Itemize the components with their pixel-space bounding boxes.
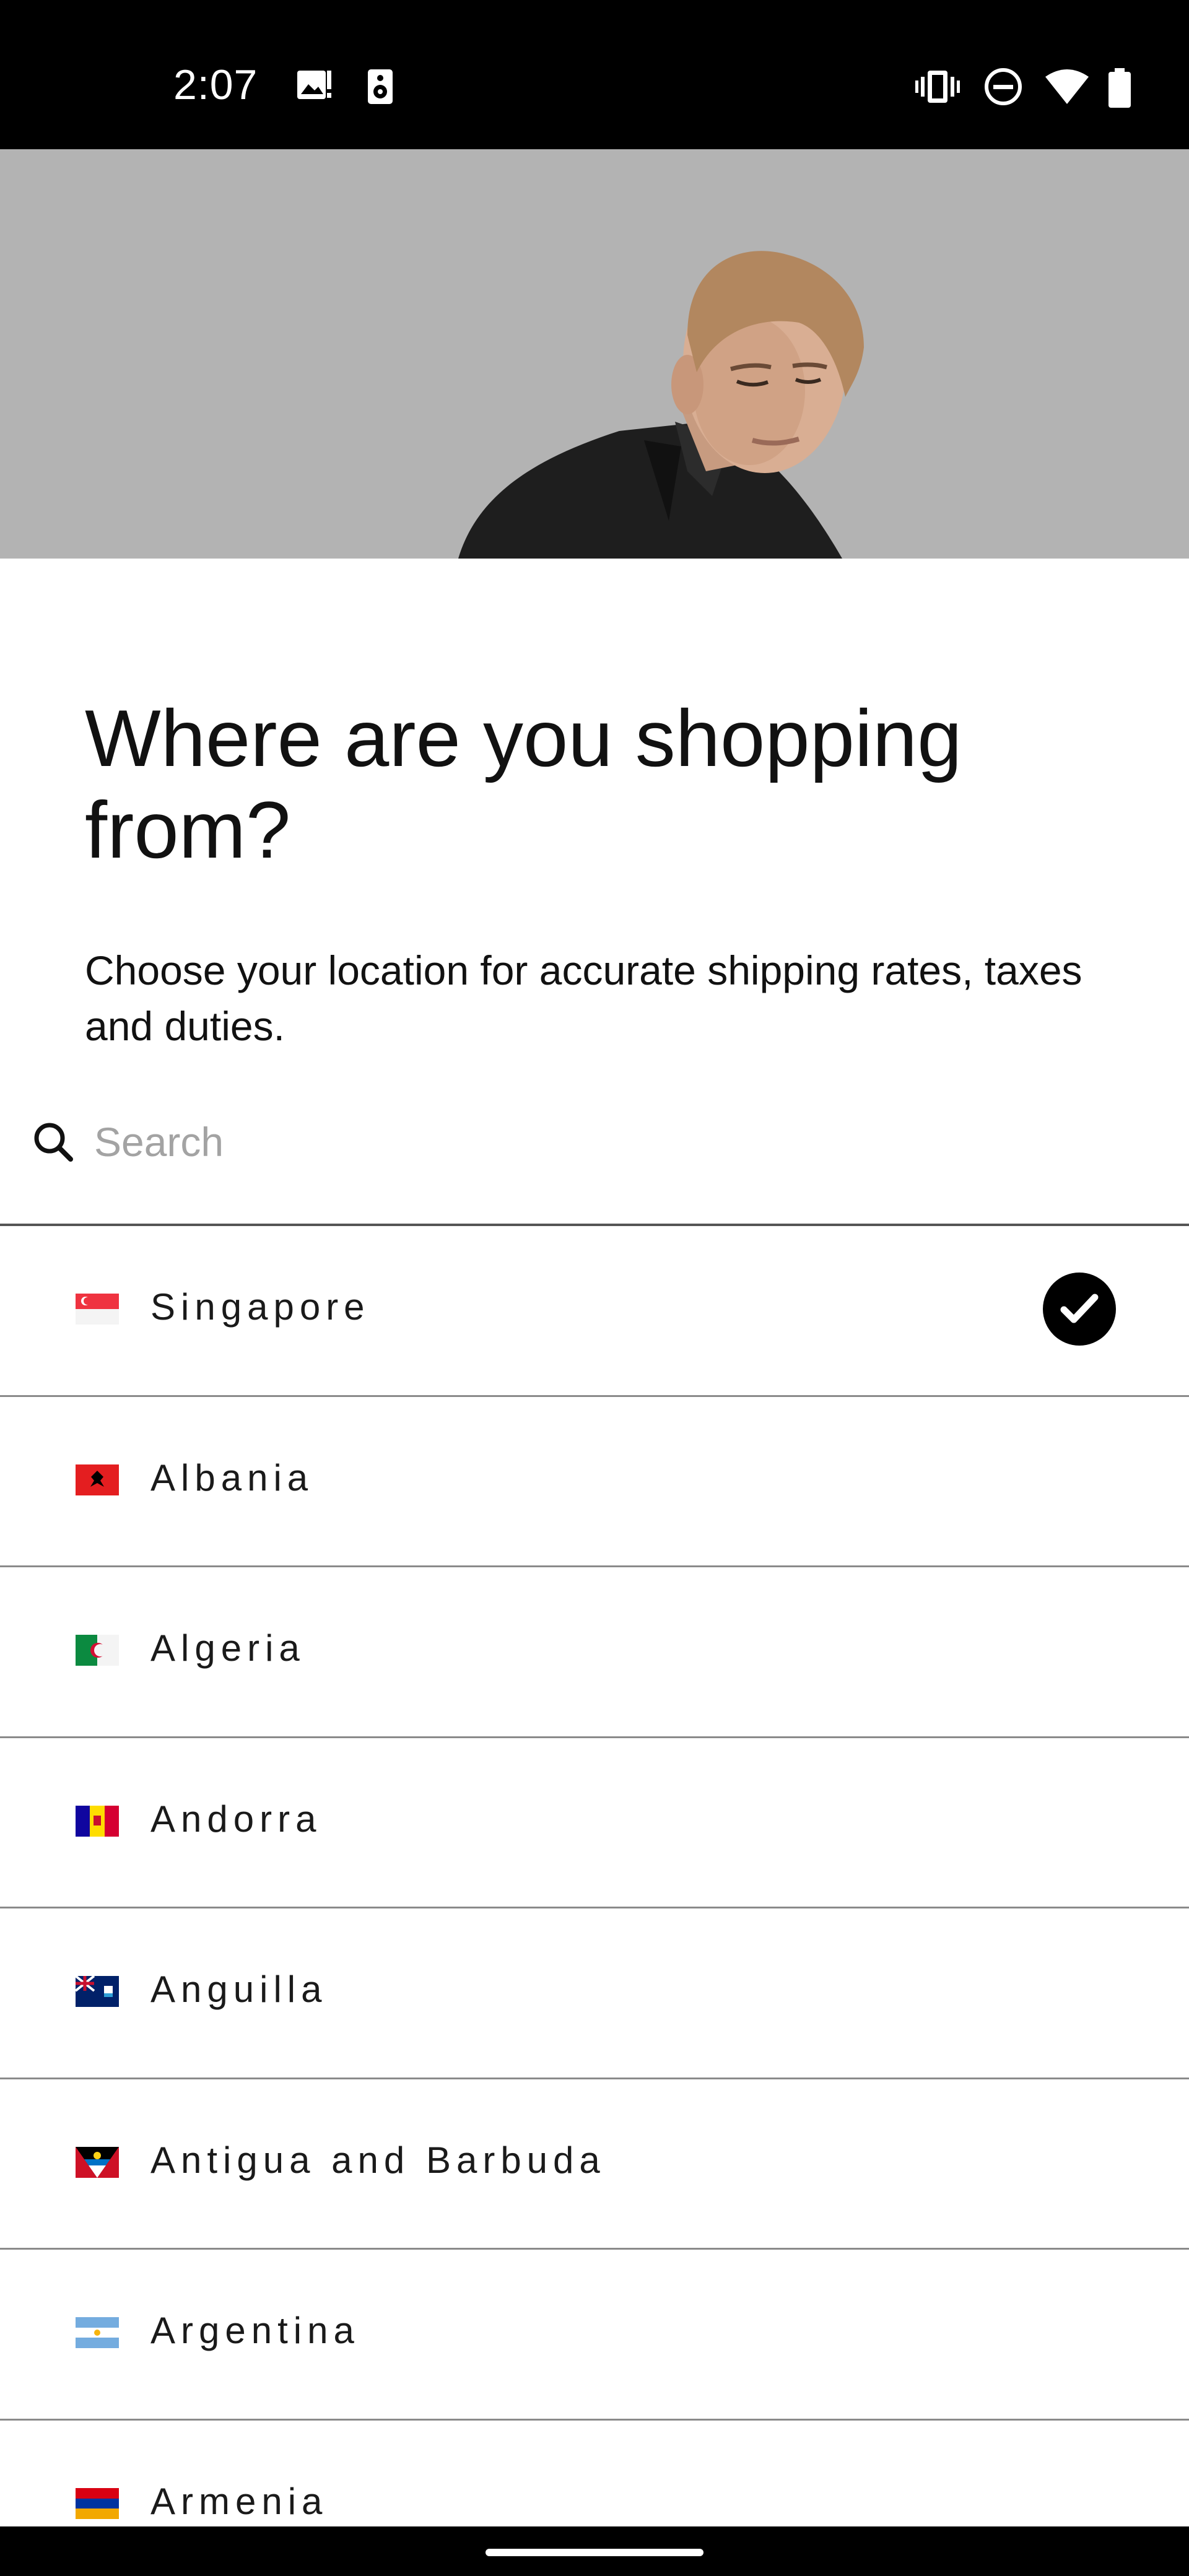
search-bar [0,1100,1189,1226]
country-list: Singapore Albania Algeria Andorra Anguil… [0,1226,1189,2576]
battery-icon [1107,68,1132,109]
system-nav-bar [0,2526,1189,2576]
do-not-disturb-icon [983,68,1023,108]
country-name: Algeria [150,1627,305,1669]
status-bar: 2:07 [0,0,1189,149]
country-row-antigua-and-barbuda[interactable]: Antigua and Barbuda [0,2079,1189,2250]
image-notification-icon [296,68,333,103]
country-name: Andorra [150,1798,322,1840]
country-row-andorra[interactable]: Andorra [0,1738,1189,1908]
model-portrait-photo [0,149,1189,559]
page-title: Where are you shopping from? [85,693,962,875]
country-name: Antigua and Barbuda [150,2139,606,2181]
antigua-and-barbuda-flag [76,2146,119,2178]
vibrate-icon [915,68,960,105]
algeria-flag [76,1635,119,1666]
home-indicator[interactable] [486,2549,703,2556]
speaker-icon [367,68,394,105]
search-input[interactable] [94,1111,1147,1173]
wifi-icon [1044,68,1090,105]
country-name: Argentina [150,2310,360,2351]
country-row-singapore[interactable]: Singapore [0,1226,1189,1397]
country-name: Singapore [150,1286,370,1328]
search-icon [31,1120,74,1166]
country-row-albania[interactable]: Albania [0,1397,1189,1567]
armenia-flag [76,2487,119,2519]
country-row-algeria[interactable]: Algeria [0,1567,1189,1738]
page-subtitle: Choose your location for accurate shippi… [85,947,1082,1049]
country-name: Albania [150,1456,314,1499]
hero-banner [0,149,1189,559]
albania-flag [76,1464,119,1495]
country-row-argentina[interactable]: Argentina [0,2250,1189,2421]
anguilla-flag [76,1976,119,2007]
selected-check-icon [1043,1273,1116,1346]
country-name: Anguilla [150,1969,328,2010]
country-name: Armenia [150,2480,328,2522]
andorra-flag [76,1805,119,1837]
singapore-flag [76,1294,119,1325]
argentina-flag [76,2317,119,2348]
country-row-anguilla[interactable]: Anguilla [0,1908,1189,2079]
location-picker-screen: 2:07 Where are you shopping from? Choose… [0,0,1189,2576]
status-time: 2:07 [173,61,258,108]
